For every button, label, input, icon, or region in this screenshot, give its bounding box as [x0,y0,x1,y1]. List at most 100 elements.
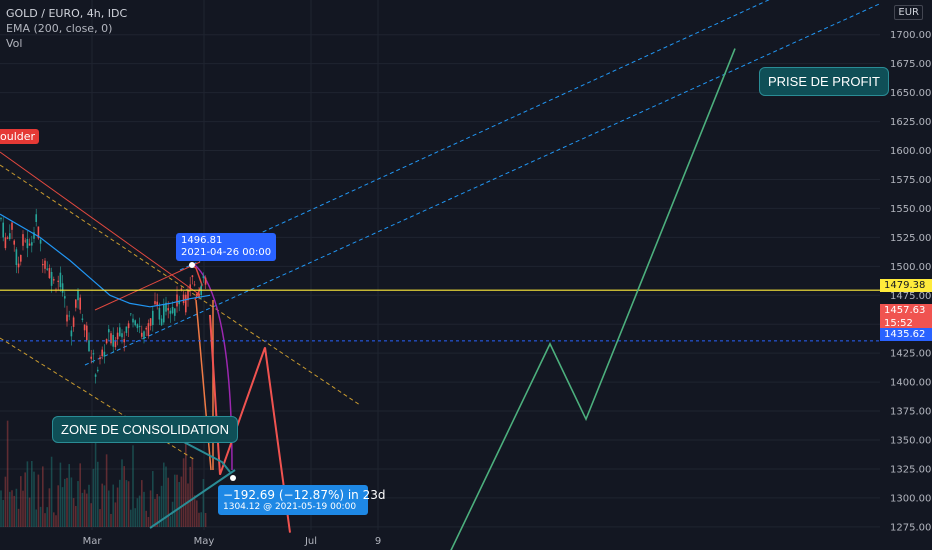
take-profit-callout[interactable]: PRISE DE PROFIT [759,67,889,96]
volume-bar [171,501,174,527]
currency-selector[interactable]: EUR [894,5,923,20]
volume-bar [178,482,180,527]
candle-body [70,330,73,337]
volume-bar [86,493,88,527]
candle-body [57,280,59,282]
volume-bar [37,474,40,527]
price-tick-label: 1500.00 [890,262,931,273]
volume-bar [59,462,62,527]
candle-body [46,268,48,270]
volume-bar [31,460,33,527]
candle-body [114,341,117,348]
volume-bar [26,461,29,527]
volume-bar [101,483,103,527]
volume-bar [81,492,84,527]
candle-body [132,318,134,323]
candle-body [169,310,172,314]
candle-body [94,374,97,377]
candle-body [152,310,154,326]
volume-legend[interactable]: Vol [6,36,127,51]
volume-bar [112,484,114,527]
price-tick-label: 1475.00 [890,291,931,302]
peak-info-box[interactable]: 1496.81 2021-04-26 00:00 [176,233,277,261]
candle-body [193,284,196,286]
shoulder-tag[interactable]: oulder [0,129,40,144]
volume-bar [130,509,132,527]
candle-body [22,234,24,246]
time-tick-label: Jul [304,536,317,547]
volume-bar [189,466,191,527]
candle-body [26,238,29,249]
price-tick-label: 1625.00 [890,117,931,128]
volume-bar [46,507,48,527]
volume-bar [99,509,101,527]
volume-bar [48,488,51,527]
candle-body [17,263,20,268]
volume-bar [121,459,123,527]
volume-bar [20,476,22,527]
consolidation-callout[interactable]: ZONE DE CONSOLIDATION [52,416,239,443]
last-price-value: 1457.63 [884,305,926,316]
volume-bar [141,480,143,527]
price-tick-label: 1325.00 [890,464,931,475]
volume-bar [61,487,64,527]
volume-bar [182,458,185,527]
volume-bar [24,472,26,527]
volume-bar [50,456,53,527]
candle-body [101,349,103,357]
candle-body [99,357,101,359]
target-marker[interactable] [230,475,236,481]
candle-body [136,324,139,329]
price-tick-label: 1300.00 [890,493,931,504]
candle-body [182,294,185,304]
symbol-title[interactable]: GOLD / EURO, 4h, IDC [6,6,127,21]
candle-body [163,304,165,323]
candle-body [64,296,66,299]
price-tick-label: 1400.00 [890,378,931,389]
time-tick-label: 9 [375,536,381,547]
volume-bar [33,471,35,527]
candle-body [28,243,31,246]
volume-bar [68,464,70,527]
measure-target: 1304.12 @ 2021-05-19 00:00 [223,502,357,512]
candle-body [119,327,121,337]
candle-body [35,214,37,222]
volume-bar [202,479,205,527]
volume-bar [143,491,145,527]
volume-bar [127,481,130,527]
candle-body [77,290,79,301]
volume-bar [176,474,178,527]
candle-body [134,320,136,326]
volume-bar [28,497,31,527]
volume-bar [44,513,46,527]
price-tick-label: 1600.00 [890,146,931,157]
price-tick-label: 1375.00 [890,407,931,418]
candle-body [75,299,77,308]
candle-body [50,271,53,286]
volume-bar [42,466,44,527]
peak-marker[interactable] [189,262,195,268]
candle-body [121,333,123,338]
volume-bar [180,476,183,527]
candle-body [20,254,22,262]
price-tick-label: 1675.00 [890,59,931,70]
volume-bar [119,479,121,527]
volume-bar [152,471,154,527]
ema-legend[interactable]: EMA (200, close, 0) [6,21,127,36]
candle-body [4,237,7,249]
volume-bar [200,512,202,527]
volume-bar [132,445,134,527]
volume-bar [114,502,117,527]
price-tick-label: 1575.00 [890,175,931,186]
candle-body [154,301,156,305]
candle-body [127,323,130,329]
volume-bar [0,490,2,527]
volume-bar [9,491,11,527]
volume-bar [70,477,73,527]
volume-bar [64,478,66,527]
candle-body [143,331,145,339]
volume-bar [88,484,90,527]
candle-body [130,313,132,315]
volume-bar [66,477,68,527]
measure-info-box[interactable]: −192.69 (−12.87%) in 23d 1304.12 @ 2021-… [218,485,386,515]
